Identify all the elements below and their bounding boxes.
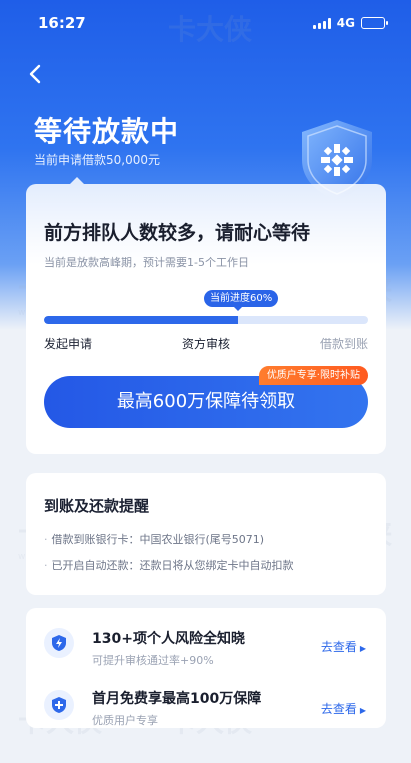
shield-plus-icon	[44, 690, 74, 720]
chevron-left-icon	[29, 64, 41, 84]
view-link[interactable]: 去查看 ▶	[321, 700, 366, 717]
reminder-auto-repay: · 已开启自动还款：还款日将从您绑定卡中自动扣款	[44, 559, 294, 572]
progress-bar	[44, 316, 368, 324]
service-subtitle: 优质用户专享	[92, 714, 158, 727]
triangle-right-icon: ▶	[359, 706, 366, 715]
battery-icon	[361, 17, 388, 29]
vip-subsidy-badge: 优质户专享·限时补贴	[258, 366, 368, 385]
queue-description: 当前是放款高峰期，预计需要1-5个工作日	[44, 256, 249, 269]
loan-amount-subtitle: 当前申请借款50,000元	[34, 153, 160, 167]
triangle-right-icon: ▶	[359, 644, 366, 653]
status-indicators: 4G	[312, 16, 388, 30]
services-card: 130+项个人风险全知晓 可提升审核通过率+90% 去查看 ▶ 首月免费享最高10…	[26, 608, 386, 728]
bullet-icon: ·	[44, 559, 48, 572]
step-disbursed: 借款到账	[319, 337, 368, 351]
reminder-bank-card: · 借款到账银行卡：中国农业银行(尾号5071)	[44, 533, 265, 546]
service-risk-report[interactable]: 130+项个人风险全知晓 可提升审核通过率+90% 去查看 ▶	[26, 614, 386, 670]
service-free-insurance[interactable]: 首月免费享最高100万保障 优质用户专享 去查看 ▶	[26, 674, 386, 730]
back-button[interactable]	[24, 62, 48, 86]
shield-lightning-icon	[44, 628, 74, 658]
step-apply: 发起申请	[44, 337, 93, 351]
step-review: 资方审核	[181, 337, 230, 351]
signal-icon	[312, 17, 331, 29]
progress-steps: 发起申请 资方审核 借款到账	[44, 335, 368, 352]
status-bar: 16:27 4G	[0, 0, 411, 46]
card-notch	[70, 177, 84, 184]
network-type: 4G	[336, 16, 355, 30]
service-subtitle: 可提升审核通过率+90%	[92, 654, 214, 667]
service-title: 130+项个人风险全知晓	[92, 631, 245, 647]
progress-card: 前方排队人数较多，请耐心等待 当前是放款高峰期，预计需要1-5个工作日 当前进度…	[26, 177, 386, 454]
progress-fill	[44, 316, 239, 324]
reminder-title: 到账及还款提醒	[44, 497, 150, 515]
progress-tooltip: 当前进度60%	[204, 290, 279, 311]
service-title: 首月免费享最高100万保障	[92, 691, 262, 707]
queue-headline: 前方排队人数较多，请耐心等待	[44, 222, 311, 244]
bullet-icon: ·	[44, 533, 48, 546]
repayment-reminder-card: 到账及还款提醒 · 借款到账银行卡：中国农业银行(尾号5071) · 已开启自动还款…	[26, 473, 386, 595]
view-link[interactable]: 去查看 ▶	[321, 638, 366, 655]
page-title: 等待放款中	[34, 115, 180, 148]
status-time: 16:27	[38, 14, 86, 32]
